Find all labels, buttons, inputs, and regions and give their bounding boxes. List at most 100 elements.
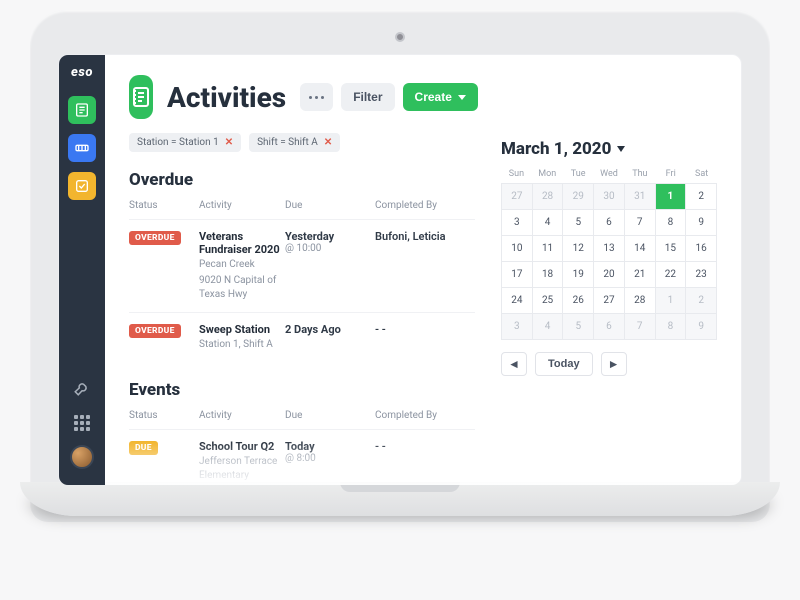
calendar-day[interactable]: 24: [502, 288, 533, 314]
section-title-overdue: Overdue: [129, 170, 475, 190]
user-avatar[interactable]: [70, 445, 94, 469]
calendar-day[interactable]: 7: [625, 314, 656, 340]
calendar-prev-button[interactable]: ◄: [501, 352, 527, 376]
calendar-day[interactable]: 2: [686, 288, 717, 314]
nav-activities[interactable]: [68, 96, 96, 124]
overdue-row[interactable]: OVERDUE Veterans Fundraiser 2020 Pecan C…: [129, 219, 475, 312]
calendar-day[interactable]: 10: [502, 236, 533, 262]
calendar-day[interactable]: 27: [594, 288, 625, 314]
calendar-day[interactable]: 21: [625, 262, 656, 288]
calendar-day[interactable]: 2: [686, 184, 717, 210]
main-content: Activities Filter Create Station = Stati…: [105, 55, 741, 485]
calendar-day[interactable]: 17: [502, 262, 533, 288]
create-button-label: Create: [415, 90, 452, 104]
calendar-day[interactable]: 23: [686, 262, 717, 288]
calendar-day[interactable]: 28: [625, 288, 656, 314]
calendar-day[interactable]: 26: [563, 288, 594, 314]
calendar-day[interactable]: 27: [502, 184, 533, 210]
calendar-day[interactable]: 6: [594, 314, 625, 340]
due-main: 2 Days Ago: [285, 323, 375, 336]
calendar-day[interactable]: 13: [594, 236, 625, 262]
calendar-day[interactable]: 18: [533, 262, 564, 288]
calendar-next-button[interactable]: ►: [601, 352, 627, 376]
apps-grid-icon[interactable]: [74, 415, 90, 431]
due-sub: @ 10:00: [285, 243, 375, 254]
calendar-month-picker[interactable]: March 1, 2020: [501, 139, 717, 159]
col-due: Due: [285, 410, 375, 421]
calendar-today-button[interactable]: Today: [535, 352, 593, 376]
completed-by: - -: [375, 323, 475, 352]
weekday-label: Fri: [655, 169, 686, 179]
calendar-day[interactable]: 4: [533, 210, 564, 236]
calendar-day[interactable]: 8: [656, 314, 687, 340]
section-title-events: Events: [129, 380, 475, 400]
calendar-day[interactable]: 25: [533, 288, 564, 314]
calendar-day[interactable]: 16: [686, 236, 717, 262]
weekday-label: Mon: [532, 169, 563, 179]
calendar-day[interactable]: 6: [594, 210, 625, 236]
col-completed: Completed By: [375, 200, 475, 211]
activity-title: Veterans Fundraiser 2020: [199, 230, 285, 256]
chevron-down-icon: [617, 146, 625, 152]
calendar-day[interactable]: 22: [656, 262, 687, 288]
weekday-label: Wed: [594, 169, 625, 179]
brand-logo: eso: [71, 65, 93, 80]
calendar-day[interactable]: 3: [502, 210, 533, 236]
weekday-label: Sun: [501, 169, 532, 179]
filter-chip-shift[interactable]: Shift = Shift A ✕: [249, 133, 340, 152]
overdue-row[interactable]: OVERDUE Sweep Station Station 1, Shift A…: [129, 312, 475, 362]
more-button[interactable]: [300, 83, 333, 111]
calendar-day[interactable]: 28: [533, 184, 564, 210]
calendar-day[interactable]: 14: [625, 236, 656, 262]
calendar-day[interactable]: 3: [502, 314, 533, 340]
calendar-day[interactable]: 9: [686, 210, 717, 236]
col-activity: Activity: [199, 200, 285, 211]
events-table-header: Status Activity Due Completed By: [129, 406, 475, 429]
calendar-day[interactable]: 9: [686, 314, 717, 340]
status-badge: OVERDUE: [129, 324, 181, 338]
col-status: Status: [129, 410, 199, 421]
nav-checks[interactable]: [68, 172, 96, 200]
calendar-day[interactable]: 1: [656, 288, 687, 314]
calendar-day[interactable]: 11: [533, 236, 564, 262]
create-button[interactable]: Create: [403, 83, 478, 111]
laptop-frame: eso: [30, 10, 770, 522]
remove-filter-icon[interactable]: ✕: [225, 137, 233, 148]
calendar-day[interactable]: 4: [533, 314, 564, 340]
calendar-day[interactable]: 5: [563, 210, 594, 236]
calendar-day[interactable]: 29: [563, 184, 594, 210]
status-badge: OVERDUE: [129, 231, 181, 245]
activities-app-icon: [129, 75, 153, 119]
calendar-day[interactable]: 30: [594, 184, 625, 210]
calendar-day[interactable]: 19: [563, 262, 594, 288]
remove-filter-icon[interactable]: ✕: [324, 137, 332, 148]
col-activity: Activity: [199, 410, 285, 421]
calendar-grid: 2728293031123456789101112131415161718192…: [501, 183, 717, 340]
overdue-table-header: Status Activity Due Completed By: [129, 196, 475, 219]
calendar-day[interactable]: 1: [656, 184, 687, 210]
nav-units[interactable]: [68, 134, 96, 162]
calendar-day[interactable]: 12: [563, 236, 594, 262]
filter-chip-label: Shift = Shift A: [257, 137, 318, 148]
calendar-title: March 1, 2020: [501, 139, 611, 159]
fade-overlay: [105, 441, 741, 485]
col-completed: Completed By: [375, 410, 475, 421]
weekday-label: Thu: [624, 169, 655, 179]
col-due: Due: [285, 200, 375, 211]
calendar-weekdays: SunMonTueWedThuFriSat: [501, 169, 717, 179]
calendar-day[interactable]: 7: [625, 210, 656, 236]
filter-chip-station[interactable]: Station = Station 1✕: [129, 133, 241, 152]
page-title: Activities: [167, 81, 286, 114]
wrench-icon[interactable]: [73, 379, 91, 401]
calendar-day[interactable]: 31: [625, 184, 656, 210]
completed-by: Bufoni, Leticia: [375, 230, 475, 302]
calendar-day[interactable]: 20: [594, 262, 625, 288]
activity-subtitle: Pecan Creek: [199, 258, 285, 272]
calendar-day[interactable]: 15: [656, 236, 687, 262]
weekday-label: Sat: [686, 169, 717, 179]
calendar-day[interactable]: 5: [563, 314, 594, 340]
activity-address: 9020 N Capital of Texas Hwy: [199, 274, 285, 302]
col-status: Status: [129, 200, 199, 211]
calendar-day[interactable]: 8: [656, 210, 687, 236]
filter-button[interactable]: Filter: [341, 83, 394, 111]
